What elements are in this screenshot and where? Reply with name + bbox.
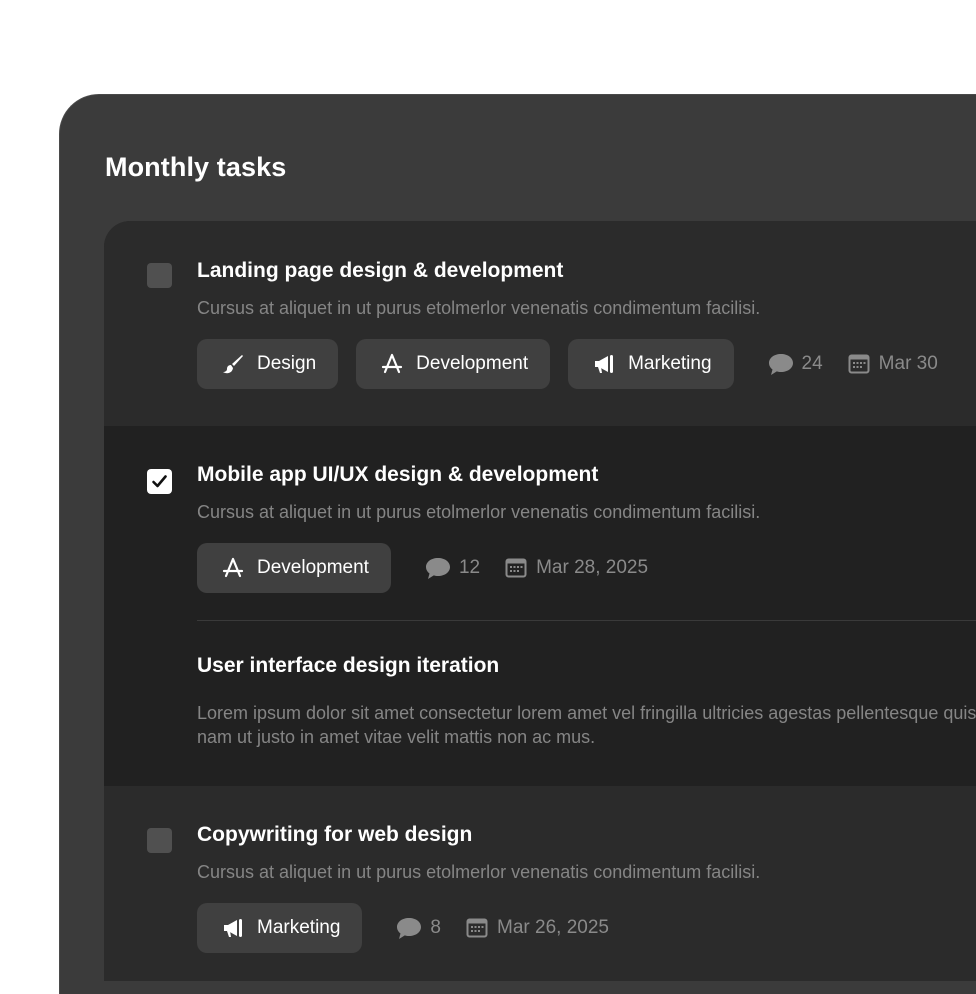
- task-title: Landing page design & development: [197, 259, 564, 282]
- subtask-title: User interface design iteration: [197, 654, 500, 677]
- task-checkbox[interactable]: [147, 828, 172, 853]
- due-date: Mar 30: [847, 352, 938, 376]
- due-date: Mar 28, 2025: [504, 556, 648, 580]
- tag-label: Development: [416, 353, 529, 374]
- checkmark-icon: [152, 475, 167, 488]
- app-store-icon: [380, 352, 404, 376]
- tag-marketing[interactable]: Marketing: [568, 339, 734, 389]
- calendar-icon: [465, 916, 489, 940]
- due-date-value: Mar 28, 2025: [536, 557, 649, 578]
- task-checkbox-checked[interactable]: [147, 469, 172, 494]
- task-item[interactable]: Mobile app UI/UX design & development Cu…: [104, 426, 976, 786]
- brush-icon: [221, 352, 245, 376]
- tag-label: Marketing: [257, 917, 341, 938]
- task-description: Cursus at aliquet in ut purus etolmerlor…: [197, 502, 761, 522]
- subtask-description: Lorem ipsum dolor sit amet consectetur l…: [197, 703, 976, 747]
- comment-count: 8: [396, 916, 441, 940]
- tag-marketing[interactable]: Marketing: [197, 903, 363, 953]
- tag-development[interactable]: Development: [197, 543, 391, 593]
- tag-development[interactable]: Development: [356, 339, 551, 389]
- task-description: Cursus at aliquet in ut purus etolmerlor…: [197, 298, 761, 318]
- comment-icon: [396, 916, 422, 940]
- task-title: Copywriting for web design: [197, 823, 473, 846]
- megaphone-icon: [592, 352, 616, 376]
- comment-count-value: 12: [458, 557, 481, 578]
- task-item[interactable]: Landing page design & development Cursus…: [104, 221, 976, 426]
- app-store-icon: [221, 556, 245, 580]
- tag-label: Development: [257, 557, 369, 578]
- task-meta: Design Development Marketing 24 Mar 30: [197, 339, 938, 389]
- calendar-icon: [504, 556, 528, 580]
- task-meta: Marketing 8 Mar 26, 2025: [197, 903, 609, 953]
- due-date-value: Mar 26, 2025: [497, 917, 609, 938]
- comment-icon: [768, 352, 794, 376]
- comment-count-value: 8: [430, 917, 441, 938]
- due-date: Mar 26, 2025: [465, 916, 609, 940]
- divider: [197, 620, 976, 621]
- tag-label: Design: [257, 353, 317, 374]
- comment-count-value: 24: [801, 353, 823, 374]
- comment-count: 12: [425, 556, 480, 580]
- monthly-tasks-panel: Monthly tasks Landing page design & deve…: [59, 94, 976, 994]
- calendar-icon: [847, 352, 871, 376]
- task-title: Mobile app UI/UX design & development: [197, 463, 599, 486]
- due-date-value: Mar 30: [878, 353, 938, 374]
- task-description: Cursus at aliquet in ut purus etolmerlor…: [197, 862, 761, 882]
- task-checkbox[interactable]: [147, 263, 172, 288]
- comment-count: 24: [768, 352, 823, 376]
- task-list: Landing page design & development Cursus…: [104, 221, 976, 981]
- panel-title: Monthly tasks: [105, 152, 287, 182]
- tag-design[interactable]: Design: [197, 339, 339, 389]
- tag-label: Marketing: [628, 353, 712, 374]
- task-meta: Development 12 Mar 28, 2025: [197, 543, 648, 593]
- task-item[interactable]: Copywriting for web design Cursus at ali…: [104, 786, 976, 981]
- megaphone-icon: [221, 916, 245, 940]
- comment-icon: [425, 556, 451, 580]
